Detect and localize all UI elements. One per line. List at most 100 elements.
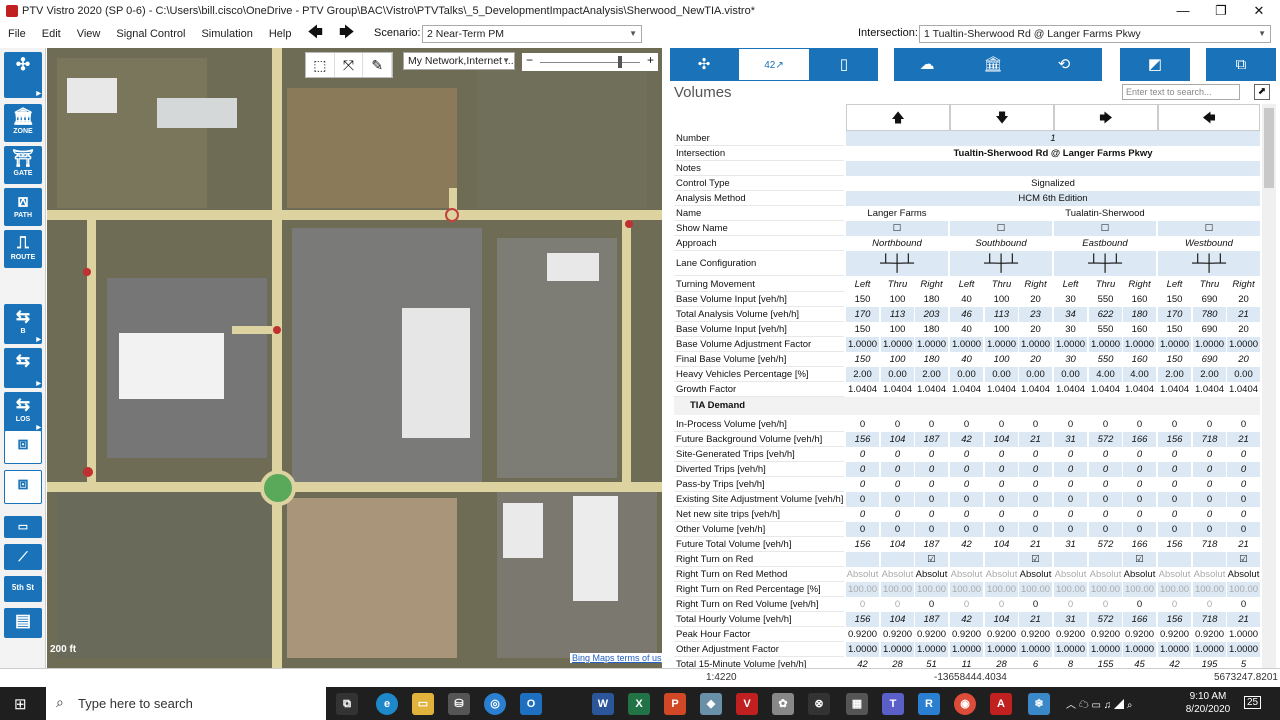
volume-cell[interactable]: Absolut <box>1227 567 1260 582</box>
report-button[interactable]: ▭ <box>4 516 42 538</box>
menu-file[interactable]: File <box>0 28 34 40</box>
volume-cell[interactable]: 20 <box>1019 352 1052 367</box>
aerial-map[interactable] <box>47 48 662 668</box>
volume-cell[interactable]: 1.0000 <box>950 642 983 657</box>
name-sb[interactable] <box>950 206 1052 221</box>
volume-cell[interactable]: 690 <box>1193 352 1226 367</box>
taskbar-search[interactable]: Type here to search <box>46 687 326 720</box>
volume-cell[interactable]: 0 <box>1123 417 1156 432</box>
vistro-icon[interactable]: V <box>736 693 758 715</box>
volume-cell[interactable]: 0 <box>950 477 983 492</box>
volume-cell[interactable]: 0 <box>985 597 1018 612</box>
volume-cell[interactable]: 1.0000 <box>1019 642 1052 657</box>
volume-cell[interactable]: 0 <box>1227 522 1260 537</box>
volume-cell[interactable]: 100.00 <box>881 582 914 597</box>
volume-cell[interactable]: 1.0000 <box>1227 337 1260 352</box>
gate-button[interactable]: ⛩ GATE <box>4 146 42 184</box>
volume-cell[interactable]: 160 <box>1123 322 1156 337</box>
volume-cell[interactable]: 0 <box>1054 462 1087 477</box>
volume-cell[interactable]: 0 <box>1193 417 1226 432</box>
menu-view[interactable]: View <box>69 28 109 40</box>
name-nb[interactable]: Langer Farms <box>846 206 948 221</box>
volume-cell[interactable]: 1.0000 <box>846 642 879 657</box>
volume-cell[interactable]: 203 <box>915 307 948 322</box>
volume-cell[interactable]: 0 <box>1089 522 1122 537</box>
volume-cell[interactable] <box>1158 552 1191 567</box>
volume-cell[interactable]: Absolut <box>846 567 879 582</box>
scenario-select[interactable]: 2 Near-Term PM ▼ <box>422 25 642 43</box>
volume-cell[interactable]: 100.00 <box>1054 582 1087 597</box>
volume-cell[interactable]: 0 <box>1227 447 1260 462</box>
volume-cell[interactable]: 42 <box>950 612 983 627</box>
volume-cell[interactable]: 0 <box>1123 597 1156 612</box>
volume-cell[interactable]: 0 <box>985 462 1018 477</box>
zoom-out-button[interactable]: − <box>526 53 533 67</box>
volume-cell[interactable]: 550 <box>1089 292 1122 307</box>
volume-cell[interactable]: 104 <box>881 612 914 627</box>
control-type-value[interactable]: Signalized <box>846 176 1260 191</box>
app-icon[interactable]: ◆ <box>700 693 722 715</box>
volume-cell[interactable]: 0 <box>1227 507 1260 522</box>
show-name-checkbox[interactable]: ☐ <box>1054 221 1156 236</box>
volume-cell[interactable]: 6 <box>1019 657 1052 668</box>
volume-cell[interactable]: 180 <box>915 322 948 337</box>
volume-cell[interactable]: 30 <box>1054 352 1087 367</box>
volume-cell[interactable]: Absolut <box>1123 567 1156 582</box>
edge-icon[interactable]: e <box>376 693 398 715</box>
volume-cell[interactable]: 2.00 <box>915 367 948 382</box>
volume-cell[interactable]: 156 <box>846 537 879 552</box>
volume-cell[interactable]: 42 <box>846 657 879 668</box>
volume-cell[interactable] <box>985 552 1018 567</box>
volume-cell[interactable]: 180 <box>1123 307 1156 322</box>
volume-cell[interactable]: 100.00 <box>950 582 983 597</box>
name-eb[interactable]: Tualatin-Sherwood <box>1054 206 1156 221</box>
volume-cell[interactable]: 1.0000 <box>1193 337 1226 352</box>
volume-cell[interactable]: 104 <box>881 432 914 447</box>
zoom-handle[interactable] <box>618 56 622 68</box>
number-value[interactable]: 1 <box>846 131 1260 146</box>
volume-cell[interactable]: 0 <box>846 492 879 507</box>
volume-cell[interactable]: 0 <box>985 522 1018 537</box>
volume-cell[interactable]: 11 <box>950 657 983 668</box>
volume-cell[interactable]: 0 <box>846 462 879 477</box>
volume-cell[interactable]: Right <box>1227 277 1260 292</box>
volume-cell[interactable]: Thru <box>1193 277 1226 292</box>
edit-tool-icon[interactable]: ✎ <box>363 53 393 77</box>
volume-cell[interactable]: 34 <box>1054 307 1087 322</box>
route-button[interactable]: ⎍ ROUTE <box>4 230 42 268</box>
volume-cell[interactable]: 42 <box>950 432 983 447</box>
volume-cell[interactable]: 1.0404 <box>915 382 948 397</box>
volume-cell[interactable]: 4.00 <box>1089 367 1122 382</box>
volume-cell[interactable]: 0 <box>950 507 983 522</box>
volume-cell[interactable]: 0 <box>1193 462 1226 477</box>
powerpoint-icon[interactable]: P <box>664 693 686 715</box>
volume-cell[interactable]: 1.0000 <box>1227 642 1260 657</box>
tab-layers[interactable]: ⧉ <box>1206 48 1276 81</box>
volume-cell[interactable]: 690 <box>1193 322 1226 337</box>
volume-cell[interactable]: 0 <box>1158 522 1191 537</box>
tab-report[interactable]: ◩ <box>1120 48 1190 81</box>
volume-cell[interactable]: 0 <box>1193 522 1226 537</box>
volume-cell[interactable]: 100 <box>985 292 1018 307</box>
volume-cell[interactable]: 0 <box>1089 462 1122 477</box>
volume-cell[interactable]: 0 <box>1123 447 1156 462</box>
volume-cell[interactable]: 0 <box>1193 477 1226 492</box>
volume-cell[interactable]: 113 <box>881 307 914 322</box>
volume-cell[interactable]: 1.0404 <box>1019 382 1052 397</box>
volume-cell[interactable]: 0.9200 <box>1158 627 1191 642</box>
zoom-extent-icon[interactable]: ⤧ <box>335 53 364 77</box>
volume-cell[interactable]: 1.0000 <box>915 337 948 352</box>
volume-cell[interactable]: 40 <box>950 322 983 337</box>
volume-cell[interactable]: 0 <box>846 477 879 492</box>
volume-cell[interactable]: 0.00 <box>881 367 914 382</box>
intersection-name-value[interactable]: Tualtin-Sherwood Rd @ Langer Farms Pkwy <box>846 146 1260 161</box>
volume-cell[interactable] <box>1089 552 1122 567</box>
volume-cell[interactable]: 0.9200 <box>1193 627 1226 642</box>
volume-cell[interactable]: 0.00 <box>950 367 983 382</box>
tab-network[interactable]: ☁ <box>894 48 960 81</box>
volume-cell[interactable]: 30 <box>1054 292 1087 307</box>
zoom-slider[interactable]: − + <box>522 53 658 71</box>
volume-cell[interactable]: 46 <box>950 307 983 322</box>
volume-cell[interactable] <box>1193 552 1226 567</box>
volume-cell[interactable]: 21 <box>1227 537 1260 552</box>
